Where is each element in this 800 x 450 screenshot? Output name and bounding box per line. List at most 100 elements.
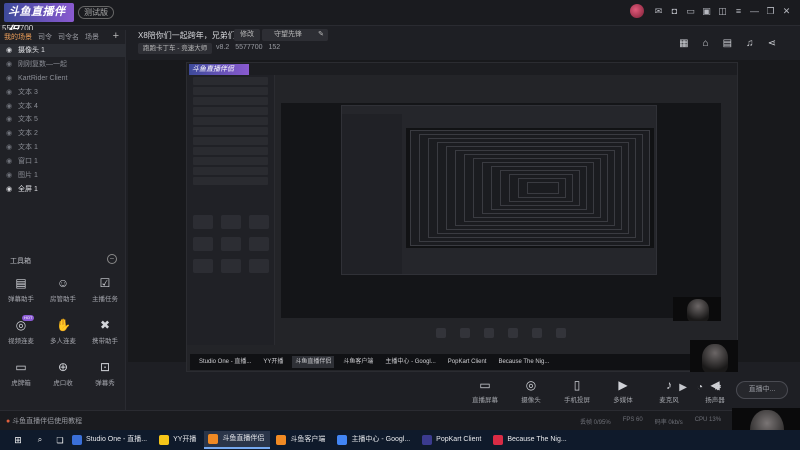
taskbar-label: 主播中心 - Googl... — [351, 436, 411, 443]
modify-title-button[interactable]: 修改 — [234, 29, 260, 41]
source-item[interactable]: ◉ 文本 2 — [0, 127, 126, 140]
taskbar-label: Studio One - 直播... — [86, 436, 148, 443]
taskbar-item[interactable]: 斗鱼客户端 — [272, 431, 331, 449]
share-icon[interactable]: ⋖ — [768, 38, 776, 49]
scene-tab[interactable]: 我的场景 — [4, 32, 32, 42]
bell-icon[interactable]: ♫ — [746, 38, 754, 49]
gift-box-icon[interactable]: ▦ — [679, 38, 688, 49]
tutorial-text: 斗鱼直播伴侣使用教程 — [12, 418, 83, 425]
source-add-button[interactable]: ▯ 手机投屏 — [560, 378, 594, 404]
tool-button[interactable]: ⊡ 弹幕秀 — [84, 360, 126, 394]
game-category[interactable]: 跑跑卡丁车 - 竞速大师 — [138, 43, 213, 54]
source-item[interactable]: ◉ 文本 5 — [0, 113, 126, 126]
source-item[interactable]: ◉ 文本 4 — [0, 100, 126, 113]
source-item[interactable]: ◉ 摄像头 1 — [0, 44, 126, 57]
toolbox-title: 工具箱 — [10, 258, 31, 265]
source-add-button[interactable]: ◎ 摄像头 — [514, 378, 548, 404]
status-bar: ● 斗鱼直播伴侣使用教程 丢帧 0/95% FPS 60 码率 0kb/s CPU 1… — [0, 410, 800, 430]
eye-icon[interactable]: ◉ — [6, 86, 12, 99]
search-icon[interactable]: ⌕ — [32, 435, 48, 445]
collapse-icon[interactable]: – — [107, 254, 117, 264]
user-avatar[interactable] — [630, 4, 644, 18]
source-item[interactable]: ◉ 窗口 1 — [0, 155, 126, 168]
eye-icon[interactable]: ◉ — [6, 100, 12, 113]
task-icon: ☑ — [99, 276, 111, 290]
tool-button[interactable]: ▤ 弹幕助手 — [0, 276, 42, 310]
taskbar-label: YY开播 — [173, 436, 197, 443]
skin-icon[interactable]: ▣ — [701, 6, 712, 17]
category-select[interactable]: 守望先锋 ✎ — [262, 29, 328, 41]
source-add-button[interactable]: ▶ 多媒体 — [606, 378, 640, 404]
taskbar-item[interactable]: Because The Nig... — [489, 431, 572, 449]
nested-toolgrid — [193, 215, 269, 273]
taskbar-item[interactable]: Studio One - 直播... — [68, 431, 153, 449]
close-icon[interactable]: ✕ — [781, 6, 792, 17]
tool-button[interactable]: ☑ 主播任务 — [84, 276, 126, 310]
nested-source-row — [193, 127, 268, 135]
add-scene-icon[interactable]: + — [113, 30, 119, 42]
package-icon[interactable]: ▤ — [723, 38, 732, 49]
nested-logo: 斗鱼直播伴侣 — [189, 64, 249, 75]
app-icon — [208, 434, 219, 444]
eye-icon[interactable]: ◉ — [6, 169, 12, 182]
eye-icon[interactable]: ◉ — [6, 141, 12, 154]
category-label: 守望先锋 — [274, 31, 302, 38]
timer-icon[interactable]: ◔ — [697, 382, 703, 393]
tool-button[interactable]: ✋ 多人连麦 — [42, 318, 84, 352]
restore-icon[interactable]: ❐ — [765, 6, 776, 17]
source-item[interactable]: ◉ KartRider Client — [0, 72, 126, 85]
tool-button[interactable]: ✖ 携带助手 — [84, 318, 126, 352]
gift-icon[interactable]: ◘ — [669, 6, 680, 17]
tutorial-link[interactable]: ● 斗鱼直播伴侣使用教程 — [6, 416, 82, 426]
camera-icon: ◎ — [525, 378, 537, 392]
eye-icon[interactable]: ◉ — [6, 58, 12, 71]
mail-icon[interactable]: ✉ — [653, 6, 664, 17]
nested-taskbar-item: PopKart Client — [447, 359, 487, 365]
source-item[interactable]: ◉ 文本 1 — [0, 141, 126, 154]
source-item[interactable]: ◉ 全屏 1 — [0, 183, 126, 196]
source-add-label: 麦克风 — [659, 397, 679, 404]
nested-left-panel — [187, 75, 275, 345]
live-button[interactable]: 直播中... — [736, 381, 788, 399]
message-icon[interactable]: ▭ — [685, 6, 696, 17]
eye-icon[interactable]: ◉ — [6, 127, 12, 140]
app-icon — [276, 435, 287, 445]
eye-icon[interactable]: ◉ — [6, 183, 12, 196]
settings-icon[interactable]: ⚙ — [713, 382, 722, 393]
tool-button[interactable]: ▭ 虎牌箱 — [0, 360, 42, 394]
source-item[interactable]: ◉ 文本 3 — [0, 86, 126, 99]
lock-icon[interactable]: ⌂ — [703, 38, 709, 49]
tool-button[interactable]: ◎ 视频连麦 HOT — [0, 315, 42, 352]
windows-start-icon[interactable]: ⊞ — [8, 435, 28, 446]
taskbar-item[interactable]: 主播中心 - Googl... — [333, 431, 416, 449]
scene-tab[interactable]: 司令名 — [58, 32, 79, 42]
nested-taskbar-item: Because The Nig... — [498, 359, 550, 365]
source-item[interactable]: ◉ 刚刚复数—一起 — [0, 58, 126, 71]
nested-source-row — [193, 137, 268, 145]
source-label: 窗口 1 — [18, 158, 38, 166]
menu-icon[interactable]: ≡ — [733, 6, 744, 17]
taskbar-item[interactable]: PopKart Client — [418, 431, 487, 449]
nested-source-row — [193, 97, 268, 105]
minimize-icon[interactable]: — — [749, 6, 760, 17]
eye-icon[interactable]: ◉ — [6, 113, 12, 126]
nested-tool — [249, 237, 269, 251]
source-add-button[interactable]: ▭ 直播屏幕 — [468, 378, 502, 404]
task-view-icon[interactable]: ❏ — [52, 436, 68, 445]
scene-tab[interactable]: 司令 — [38, 32, 52, 42]
tool-label: 视频连麦 — [8, 338, 34, 345]
eye-icon[interactable]: ◉ — [6, 44, 12, 57]
eye-icon[interactable]: ◉ — [6, 155, 12, 168]
feedback-icon[interactable]: ◫ — [717, 6, 728, 17]
record-icon[interactable]: ▶ — [679, 382, 687, 393]
nested-footer — [281, 321, 721, 345]
source-item[interactable]: ◉ 图片 1 — [0, 169, 126, 182]
tool-button[interactable]: ☺ 房管助手 — [42, 276, 84, 310]
stream-title: X8陪你们一起跨年，兄弟们。 — [138, 31, 244, 40]
eye-icon[interactable]: ◉ — [6, 72, 12, 85]
scene-tab[interactable]: 场景 — [85, 32, 99, 42]
taskbar-item[interactable]: 斗鱼直播伴侣 — [204, 431, 271, 449]
taskbar-item[interactable]: YY开播 — [155, 431, 202, 449]
nested-tool — [249, 215, 269, 229]
tool-button[interactable]: ⊕ 虎口收 — [42, 360, 84, 394]
